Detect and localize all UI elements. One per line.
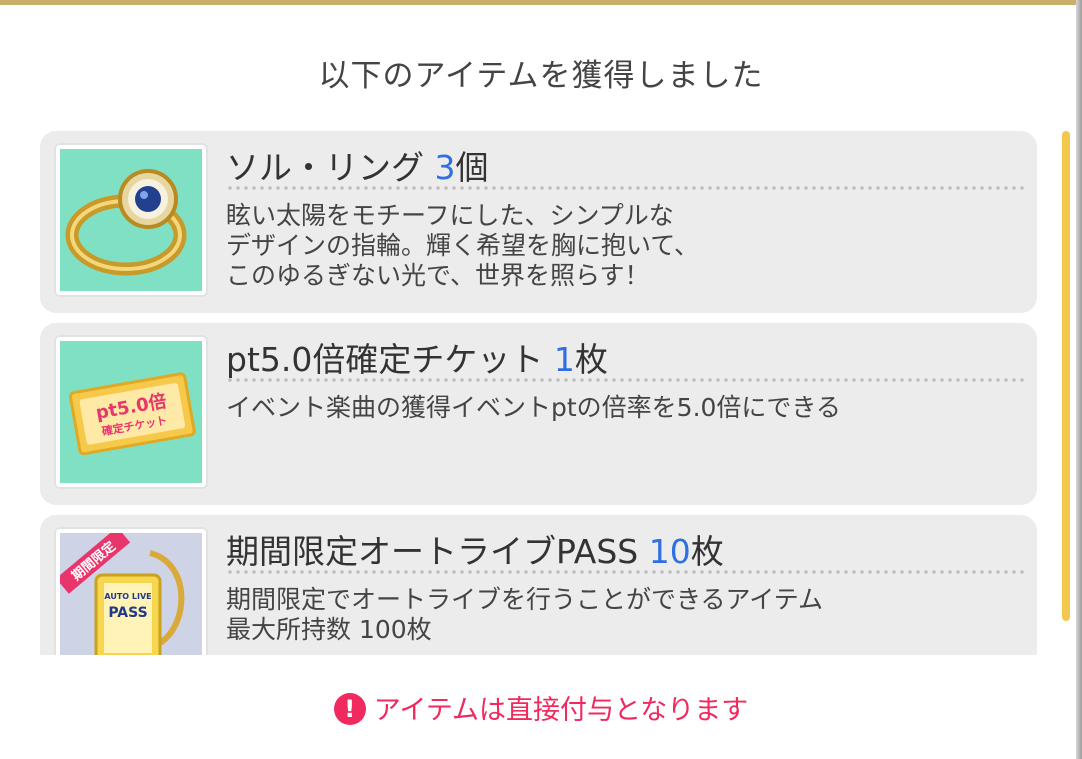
exclamation-icon: ! [333, 692, 366, 725]
ticket-icon: pt5.0倍 確定チケット [68, 372, 196, 456]
item-unit: 個 [455, 148, 489, 187]
item-thumbnail: pt5.0倍 確定チケット [54, 335, 208, 489]
item-name: 期間限定オートライブPASS 10枚 [226, 532, 724, 571]
item-unit: 枚 [690, 532, 724, 571]
item-description: イベント楽曲の獲得イベントptの倍率を5.0倍にできる [226, 393, 841, 422]
dialog-title: 以下のアイテムを獲得しました [318, 58, 764, 94]
right-edge [1076, 0, 1082, 759]
item-quantity: 3 [434, 148, 456, 187]
list-item: pt5.0倍 確定チケット pt5.0倍確定チケット 1枚 イベント楽曲の獲得イ… [40, 323, 1037, 505]
item-name: ソル・リング 3個 [226, 148, 489, 187]
pass-main-label: PASS [108, 605, 147, 621]
notice: ! アイテムは直接付与となります [0, 688, 1082, 728]
list-item: ソル・リング 3個 眩い太陽をモチーフにした、シンプルな デザインの指輪。輝く希… [40, 131, 1037, 313]
notice-text: アイテムは直接付与となります [373, 695, 749, 726]
item-name: pt5.0倍確定チケット 1枚 [226, 340, 608, 379]
top-border [0, 0, 1082, 5]
dotted-divider [226, 185, 1024, 191]
list-item: AUTO LIVE PASS 期間限定 期間限定オートライブPASS 10枚 期… [40, 515, 1037, 655]
item-thumbnail: AUTO LIVE PASS 期間限定 [54, 527, 208, 655]
dotted-divider [226, 377, 1024, 383]
pass-icon: AUTO LIVE PASS 期間限定 [60, 533, 185, 655]
item-description: 期間限定でオートライブを行うことができるアイテム 最大所持数 100枚 [226, 585, 824, 644]
item-quantity: 1 [553, 340, 575, 379]
dotted-divider [226, 569, 1024, 575]
item-description: 眩い太陽をモチーフにした、シンプルな デザインの指輪。輝く希望を胸に抱いて、 こ… [226, 201, 700, 290]
pass-top-label: AUTO LIVE [104, 592, 151, 601]
item-quantity: 10 [648, 532, 691, 571]
item-list[interactable]: ソル・リング 3個 眩い太陽をモチーフにした、シンプルな デザインの指輪。輝く希… [40, 131, 1037, 655]
item-thumbnail [54, 143, 208, 297]
item-unit: 枚 [574, 340, 608, 379]
ring-icon [65, 169, 187, 276]
scrollbar[interactable] [1062, 131, 1070, 621]
